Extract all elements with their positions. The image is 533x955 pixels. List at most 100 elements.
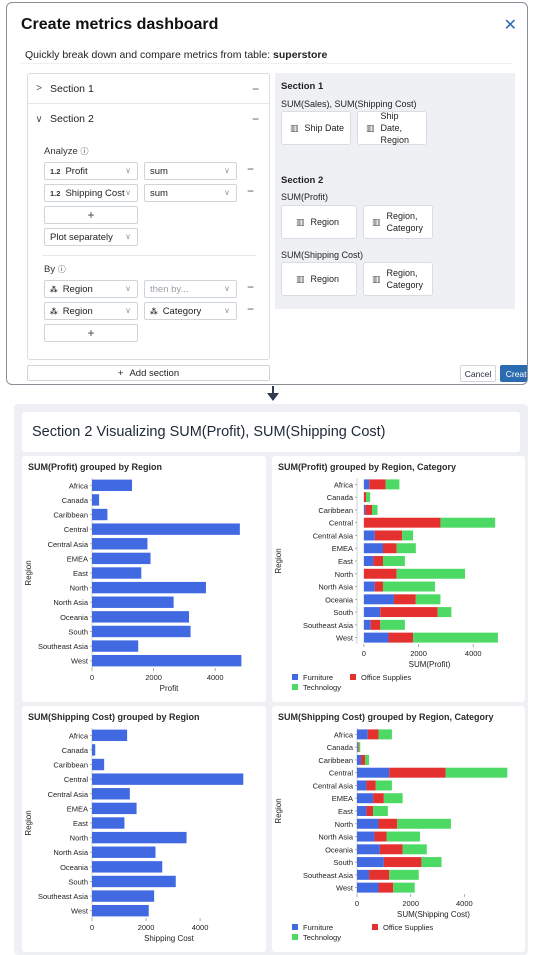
bar-segment-furniture [357, 818, 379, 829]
bar-segment-technology [415, 594, 441, 605]
bar [92, 875, 176, 888]
then-by-1-select[interactable]: then by... ∨ [144, 280, 237, 298]
bar [92, 508, 108, 521]
bar-segment-technology [382, 556, 405, 566]
dimension-2-select[interactable]: ⁂ Region ∨ [44, 302, 138, 320]
chart-ship-date-region-button[interactable]: ▥ Ship Date, Region [357, 111, 427, 145]
create-dashboard-dialog: Create metrics dashboard ✕ Quickly break… [6, 2, 528, 385]
dialog-subtitle: Quickly break down and compare metrics f… [25, 49, 327, 61]
bar [92, 596, 174, 608]
remove-metric-2-button[interactable]: − [247, 184, 254, 198]
dimension-1-select[interactable]: ⁂ Region ∨ [44, 280, 138, 298]
y-tick-label: North Asia [318, 583, 353, 592]
section-editor: > Section 1 − ∨ Section 2 − Analyze ⓘ 1.… [27, 73, 270, 360]
chart-shipping-region-button[interactable]: ▥ Region [281, 262, 357, 296]
bar-segment-furniture [357, 729, 368, 740]
close-icon[interactable]: ✕ [504, 15, 517, 35]
bar-segment-office-supplies [363, 517, 441, 528]
bar [92, 846, 156, 858]
bar-chart-icon: ▥ [290, 122, 299, 133]
chart-ship-date-button[interactable]: ▥ Ship Date [281, 111, 351, 145]
x-tick-label: 2000 [410, 649, 427, 658]
create-button[interactable]: Create [500, 365, 527, 382]
bar [92, 904, 149, 917]
chevron-down-icon: ∨ [224, 188, 230, 197]
metric-type-icon: 1.2 [50, 166, 61, 176]
y-tick-label: Oceania [325, 845, 354, 854]
chart-card-shipping-region-category: SUM(Shipping Cost) grouped by Region, Ca… [272, 706, 525, 952]
add-section-button[interactable]: + Add section [27, 365, 270, 381]
help-icon: ⓘ [57, 265, 66, 274]
chart-card-shipping-region: SUM(Shipping Cost) grouped by Region Afr… [22, 706, 266, 952]
chart-profit-region-button[interactable]: ▥ Region [281, 205, 357, 239]
x-axis-label: SUM(Profit) [409, 660, 451, 669]
y-tick-label: East [338, 557, 354, 566]
y-axis-label: Region [24, 560, 33, 585]
section-2-header[interactable]: ∨ Section 2 − [28, 104, 269, 134]
chevron-down-icon: ∨ [224, 166, 230, 175]
agg-1-select[interactable]: sum ∨ [144, 162, 237, 180]
remove-section-1-button[interactable]: − [252, 82, 259, 96]
bar-segment-office-supplies [369, 479, 386, 490]
remove-section-2-button[interactable]: − [252, 112, 259, 126]
metric-2-select[interactable]: 1.2 Shipping Cost ∨ [44, 184, 138, 202]
plot-mode-value: Plot separately [50, 231, 113, 243]
remove-metric-1-button[interactable]: − [247, 162, 254, 176]
x-tick-label: 4000 [192, 923, 209, 932]
dialog-title: Create metrics dashboard [21, 16, 219, 33]
bar-segment-furniture [363, 581, 375, 592]
chevron-down-icon: ∨ [35, 113, 43, 125]
bar-segment-technology [445, 767, 508, 778]
legend-item: Office Supplies [383, 923, 434, 932]
bar-segment-office-supplies [380, 607, 438, 618]
cancel-button[interactable]: Cancel [460, 365, 496, 382]
x-tick-label: 0 [362, 649, 366, 658]
y-tick-label: Central [64, 525, 89, 534]
y-tick-label: Southeast Asia [38, 642, 89, 651]
plot-mode-select[interactable]: Plot separately ∨ [44, 228, 138, 246]
preview-panel: Section 1 SUM(Sales), SUM(Shipping Cost)… [275, 73, 515, 309]
y-tick-label: Central Asia [48, 790, 89, 799]
plus-icon: + [117, 367, 124, 379]
bar-segment-furniture [363, 530, 375, 541]
then-by-2-select[interactable]: ⁂ Category ∨ [144, 302, 237, 320]
agg-2-select[interactable]: sum ∨ [144, 184, 237, 202]
legend-swatch [292, 934, 298, 940]
bar [92, 817, 125, 829]
section-1-header[interactable]: > Section 1 − [28, 74, 269, 104]
bar [92, 567, 142, 579]
bar-segment-technology [385, 479, 400, 490]
legend-item: Furniture [303, 673, 333, 682]
chart-label: Region [310, 274, 340, 284]
shipping-by-region-category-chart: Africa Canada Caribbean Central Central Asia… [274, 728, 508, 942]
legend-item: Furniture [303, 923, 333, 932]
bar-chart-icon: ▥ [296, 216, 305, 227]
bar-segment-technology [358, 742, 361, 753]
bar-segment-technology [397, 818, 451, 829]
dimension-icon: ⁂ [50, 284, 58, 294]
y-tick-label: Southeast Asia [38, 892, 89, 901]
y-tick-label: North [335, 570, 353, 579]
chevron-down-icon: ∨ [125, 166, 131, 175]
remove-dimension-1-button[interactable]: − [247, 280, 254, 294]
metric-1-select[interactable]: 1.2 Profit ∨ [44, 162, 138, 180]
chart-profit-region-category-button[interactable]: ▥ Region, Category [363, 205, 433, 239]
bar-segment-office-supplies [366, 806, 374, 816]
add-dimension-button[interactable]: + [44, 324, 138, 342]
bar-segment-office-supplies [367, 729, 379, 740]
analyze-label: Analyze ⓘ [44, 146, 88, 157]
bar-segment-office-supplies [374, 581, 383, 592]
bar-segment-technology [402, 530, 414, 541]
bar [92, 654, 242, 667]
add-metric-button[interactable]: + [44, 206, 138, 224]
chart-shipping-region-category-button[interactable]: ▥ Region, Category [363, 262, 433, 296]
remove-dimension-2-button[interactable]: − [247, 302, 254, 316]
by-text: By [44, 264, 56, 275]
bar-segment-office-supplies [357, 742, 359, 753]
preview-section-1-title: Section 1 [281, 81, 324, 92]
y-tick-label: Canada [62, 496, 89, 505]
bar-segment-technology [372, 504, 378, 515]
y-tick-label: EMEA [67, 554, 88, 563]
y-tick-label: Central [329, 519, 354, 528]
x-tick-label: 0 [90, 923, 94, 932]
